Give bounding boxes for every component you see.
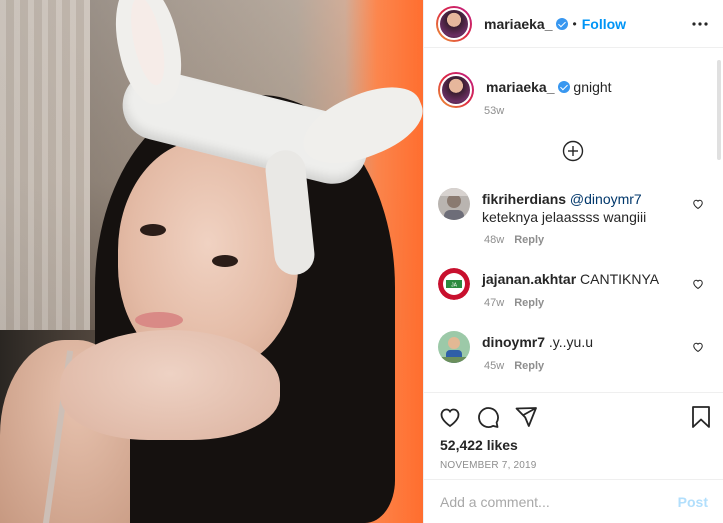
header-separator: • [572,16,577,31]
verified-badge-icon [555,17,568,30]
author-avatar-image [438,7,470,40]
comment-meta: 45w Reply [484,360,544,372]
caption-author-avatar[interactable] [438,72,474,108]
verified-badge-icon [557,81,570,93]
post-date[interactable]: NOVEMBER 7, 2019 [440,460,537,471]
action-icons [438,405,538,429]
photo-background-curtain [0,0,90,330]
comment-icon[interactable] [476,405,500,429]
caption-body: gnight [573,79,612,95]
comment-body: dinoymr7 .y..yu.u [482,333,682,351]
caption-timestamp[interactable]: 53w [484,105,504,117]
comment-text: CANTIKNYA [580,271,660,287]
author-avatar[interactable] [436,5,472,42]
bookmark-icon[interactable] [690,405,712,429]
author-username[interactable]: mariaeka_ [484,16,553,32]
comment-timestamp[interactable]: 47w [484,297,504,309]
load-more-comments-icon[interactable] [562,140,584,162]
comment-meta: 47w Reply [484,297,544,309]
comment-like-icon[interactable] [692,197,704,210]
post-photo[interactable] [0,0,423,523]
follow-button[interactable]: Follow [582,16,626,32]
post-side-panel: mariaeka_ • Follow mariaeka_ gnight 53w … [423,0,723,523]
more-options-icon[interactable] [690,14,710,34]
caption-author-avatar-image [440,74,472,106]
comment-avatar[interactable]: JA [438,268,470,300]
comment-avatar[interactable] [438,331,470,363]
post-header: mariaeka_ • Follow [424,0,723,48]
comments-scrollbar[interactable] [717,60,721,160]
comment-body: fikriherdians @dinoymr7 keteknya jelaass… [482,190,682,226]
photo-lips [135,312,183,328]
comment-body: jajanan.akhtar CANTIKNYA [482,270,682,288]
add-comment-bar: Add a comment... Post [424,479,723,523]
comment-avatar[interactable] [438,188,470,220]
comment-like-icon[interactable] [692,277,704,290]
comment-timestamp[interactable]: 45w [484,360,504,372]
comment-username[interactable]: jajanan.akhtar [482,271,576,287]
comment-meta: 48w Reply [484,234,544,246]
photo-right-eye [212,255,238,267]
comment-input[interactable]: Add a comment... [440,494,678,510]
post-actions: 52,422 likes NOVEMBER 7, 2019 Add a comm… [424,392,723,523]
comment-text: .y..yu.u [548,334,593,350]
comment-username[interactable]: fikriherdians [482,191,566,207]
likes-count[interactable]: 52,422 likes [440,437,518,453]
comment-text: keteknya jelaassss wangiii [482,209,647,225]
share-icon[interactable] [514,405,538,429]
comment-timestamp[interactable]: 48w [484,234,504,246]
svg-text:JA: JA [451,283,458,289]
reply-button[interactable]: Reply [514,360,544,372]
photo-hand [60,330,280,440]
comment-like-icon[interactable] [692,340,704,353]
reply-button[interactable]: Reply [514,297,544,309]
post-caption: mariaeka_ gnight 53w [438,72,612,117]
caption-text-block: mariaeka_ gnight [486,79,612,108]
photo-left-eye [140,224,166,236]
caption-username[interactable]: mariaeka_ [486,79,555,95]
comment-mention[interactable]: @dinoymr7 [570,191,642,207]
post-comment-button[interactable]: Post [678,494,708,510]
heart-icon[interactable] [438,405,462,429]
comment-username[interactable]: dinoymr7 [482,334,545,350]
reply-button[interactable]: Reply [514,234,544,246]
